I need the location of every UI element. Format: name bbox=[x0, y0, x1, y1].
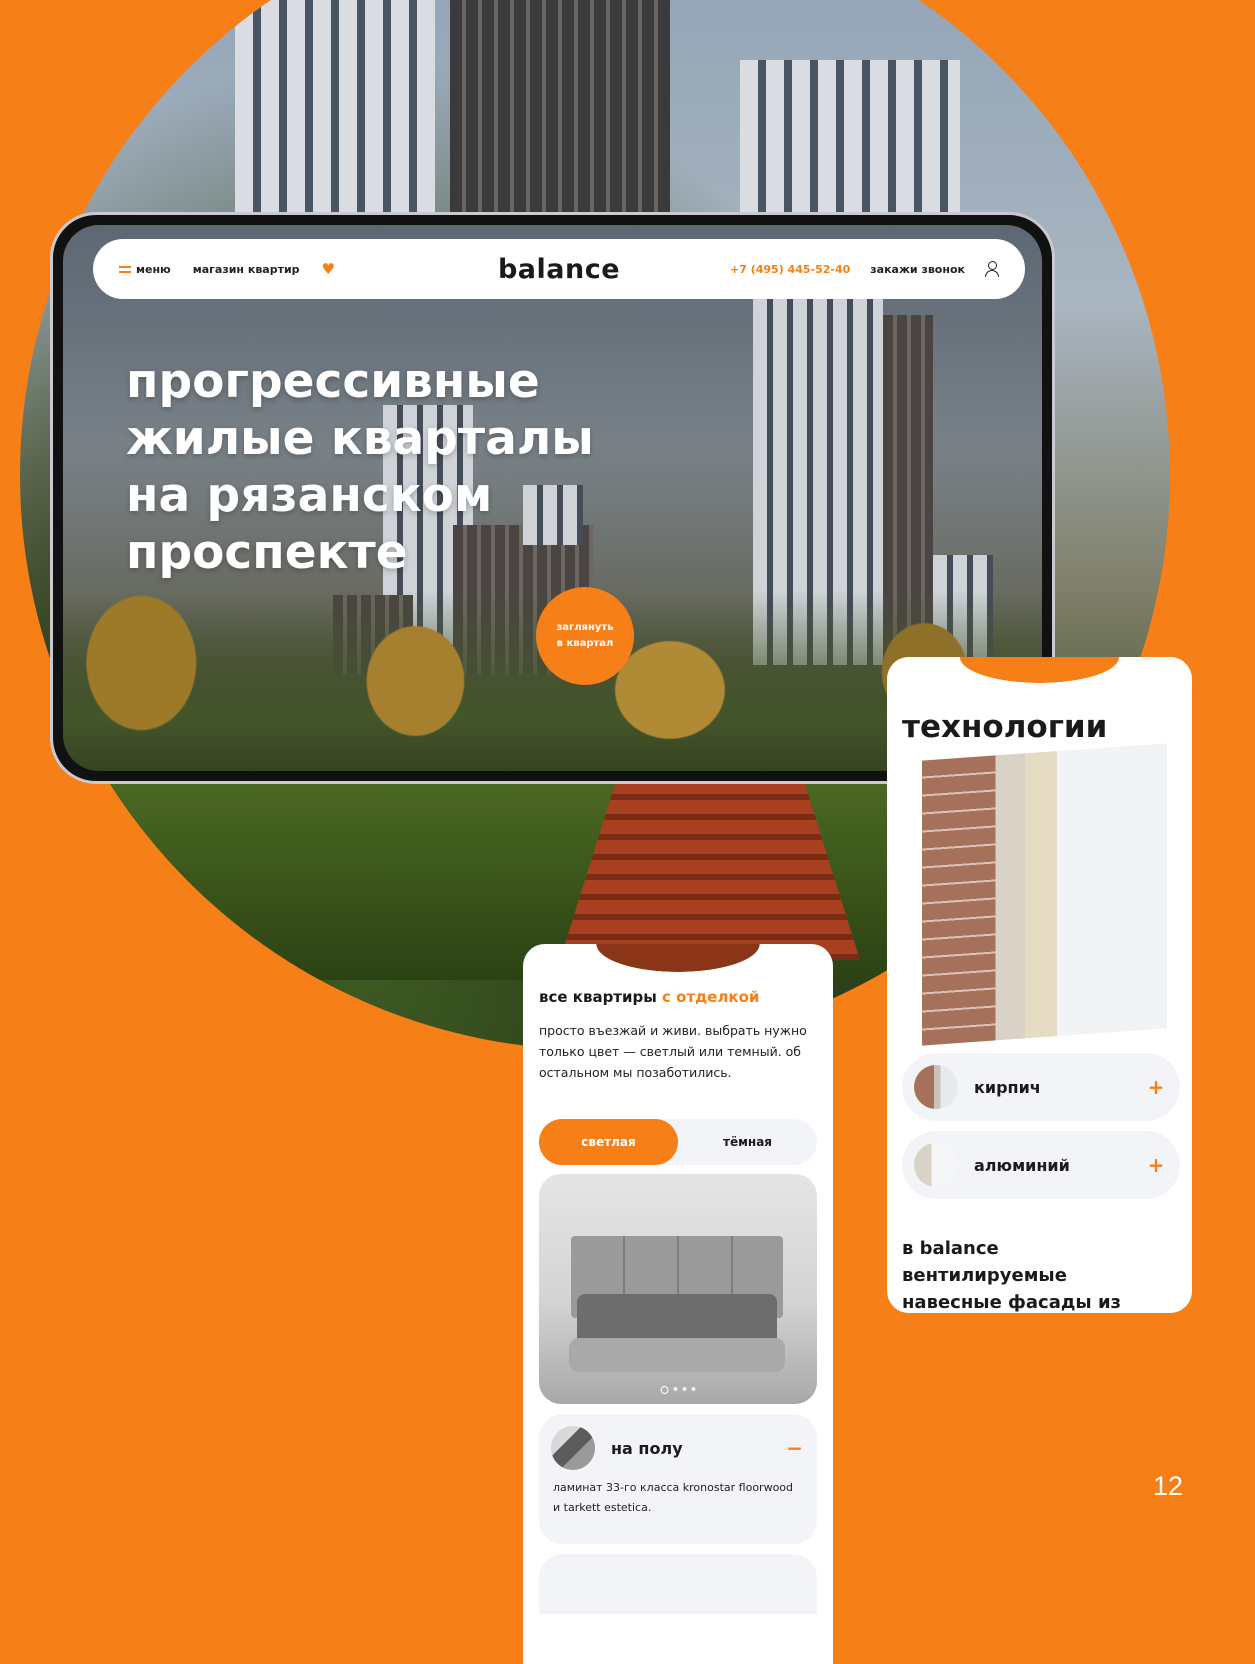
accordion-item-brick[interactable]: кирпич + bbox=[902, 1053, 1180, 1121]
apartments-phone-screen: все квартиры с отделкой просто въезжай и… bbox=[523, 944, 833, 1664]
accordion-item-next[interactable] bbox=[539, 1554, 817, 1614]
bed bbox=[569, 1294, 785, 1372]
minus-icon[interactable]: − bbox=[786, 1436, 803, 1460]
accordion-label: на полу bbox=[611, 1438, 683, 1458]
burger-icon bbox=[119, 265, 131, 273]
phone-notch bbox=[523, 944, 833, 972]
page-number: 12 bbox=[1153, 1471, 1184, 1501]
visit-quarter-button[interactable]: заглянуть в квартал bbox=[536, 587, 634, 685]
accordion-item-aluminium[interactable]: алюминий + bbox=[902, 1131, 1180, 1199]
accordion-header[interactable]: на полу − bbox=[539, 1414, 817, 1470]
apartments-title-main: все квартиры bbox=[539, 988, 663, 1006]
facade-illustration bbox=[922, 743, 1167, 1046]
carousel-dot[interactable] bbox=[673, 1387, 678, 1391]
user-icon[interactable] bbox=[985, 261, 999, 277]
building bbox=[235, 0, 435, 240]
plus-icon[interactable]: + bbox=[1146, 1153, 1166, 1177]
accordion-label: кирпич bbox=[974, 1077, 1041, 1097]
plus-icon[interactable]: + bbox=[1146, 1075, 1166, 1099]
logo[interactable]: balance bbox=[498, 254, 620, 285]
floor-thumbnail bbox=[551, 1426, 595, 1470]
accordion-text: ламинат 33-го класса kronostar floorwood… bbox=[553, 1481, 794, 1514]
technology-title: технологии bbox=[902, 709, 1108, 745]
top-navbar: меню магазин квартир ♥ balance +7 (495) … bbox=[93, 239, 1025, 299]
apartments-title: все квартиры с отделкой bbox=[539, 988, 759, 1006]
carousel-dots bbox=[660, 1386, 696, 1394]
accordion-item-floor: на полу − ламинат 33-го класса kronostar… bbox=[539, 1414, 817, 1544]
brick-thumbnail bbox=[914, 1065, 958, 1109]
apartments-title-accent: с отделкой bbox=[662, 988, 760, 1006]
accordion-label: алюминий bbox=[974, 1155, 1070, 1175]
light-finish-tab[interactable]: светлая bbox=[539, 1119, 678, 1165]
aluminium-thumbnail bbox=[914, 1143, 958, 1187]
carousel-dot[interactable] bbox=[691, 1387, 696, 1391]
bedroom-photo[interactable] bbox=[539, 1174, 817, 1404]
technology-phone-screen: технологии кирпич + алюминий + в balance… bbox=[887, 657, 1192, 1313]
phone-link[interactable]: +7 (495) 445-52-40 bbox=[730, 263, 850, 276]
technology-text: в balance вентилируемые навесные фасады … bbox=[902, 1238, 1122, 1313]
callback-link[interactable]: закажи звонок bbox=[870, 263, 965, 276]
heart-icon[interactable]: ♥ bbox=[322, 260, 335, 278]
carousel-dot[interactable] bbox=[682, 1387, 687, 1391]
nav-right: +7 (495) 445-52-40 закажи звонок bbox=[620, 261, 999, 277]
finish-toggle: светлая тёмная bbox=[539, 1119, 817, 1165]
building bbox=[450, 0, 670, 240]
menu-label: меню bbox=[136, 262, 171, 276]
apartments-description: просто въезжай и живи. выбрать нужно тол… bbox=[539, 1023, 807, 1080]
shop-link[interactable]: магазин квартир bbox=[193, 263, 300, 276]
phone-notch bbox=[887, 657, 1192, 683]
carousel-dot[interactable] bbox=[660, 1386, 669, 1394]
hero-title: прогрессивные жилые кварталы на рязанско… bbox=[126, 354, 594, 580]
dark-finish-tab[interactable]: тёмная bbox=[678, 1119, 817, 1165]
nav-left: меню магазин квартир ♥ bbox=[119, 260, 498, 278]
menu-button[interactable]: меню bbox=[119, 263, 171, 276]
